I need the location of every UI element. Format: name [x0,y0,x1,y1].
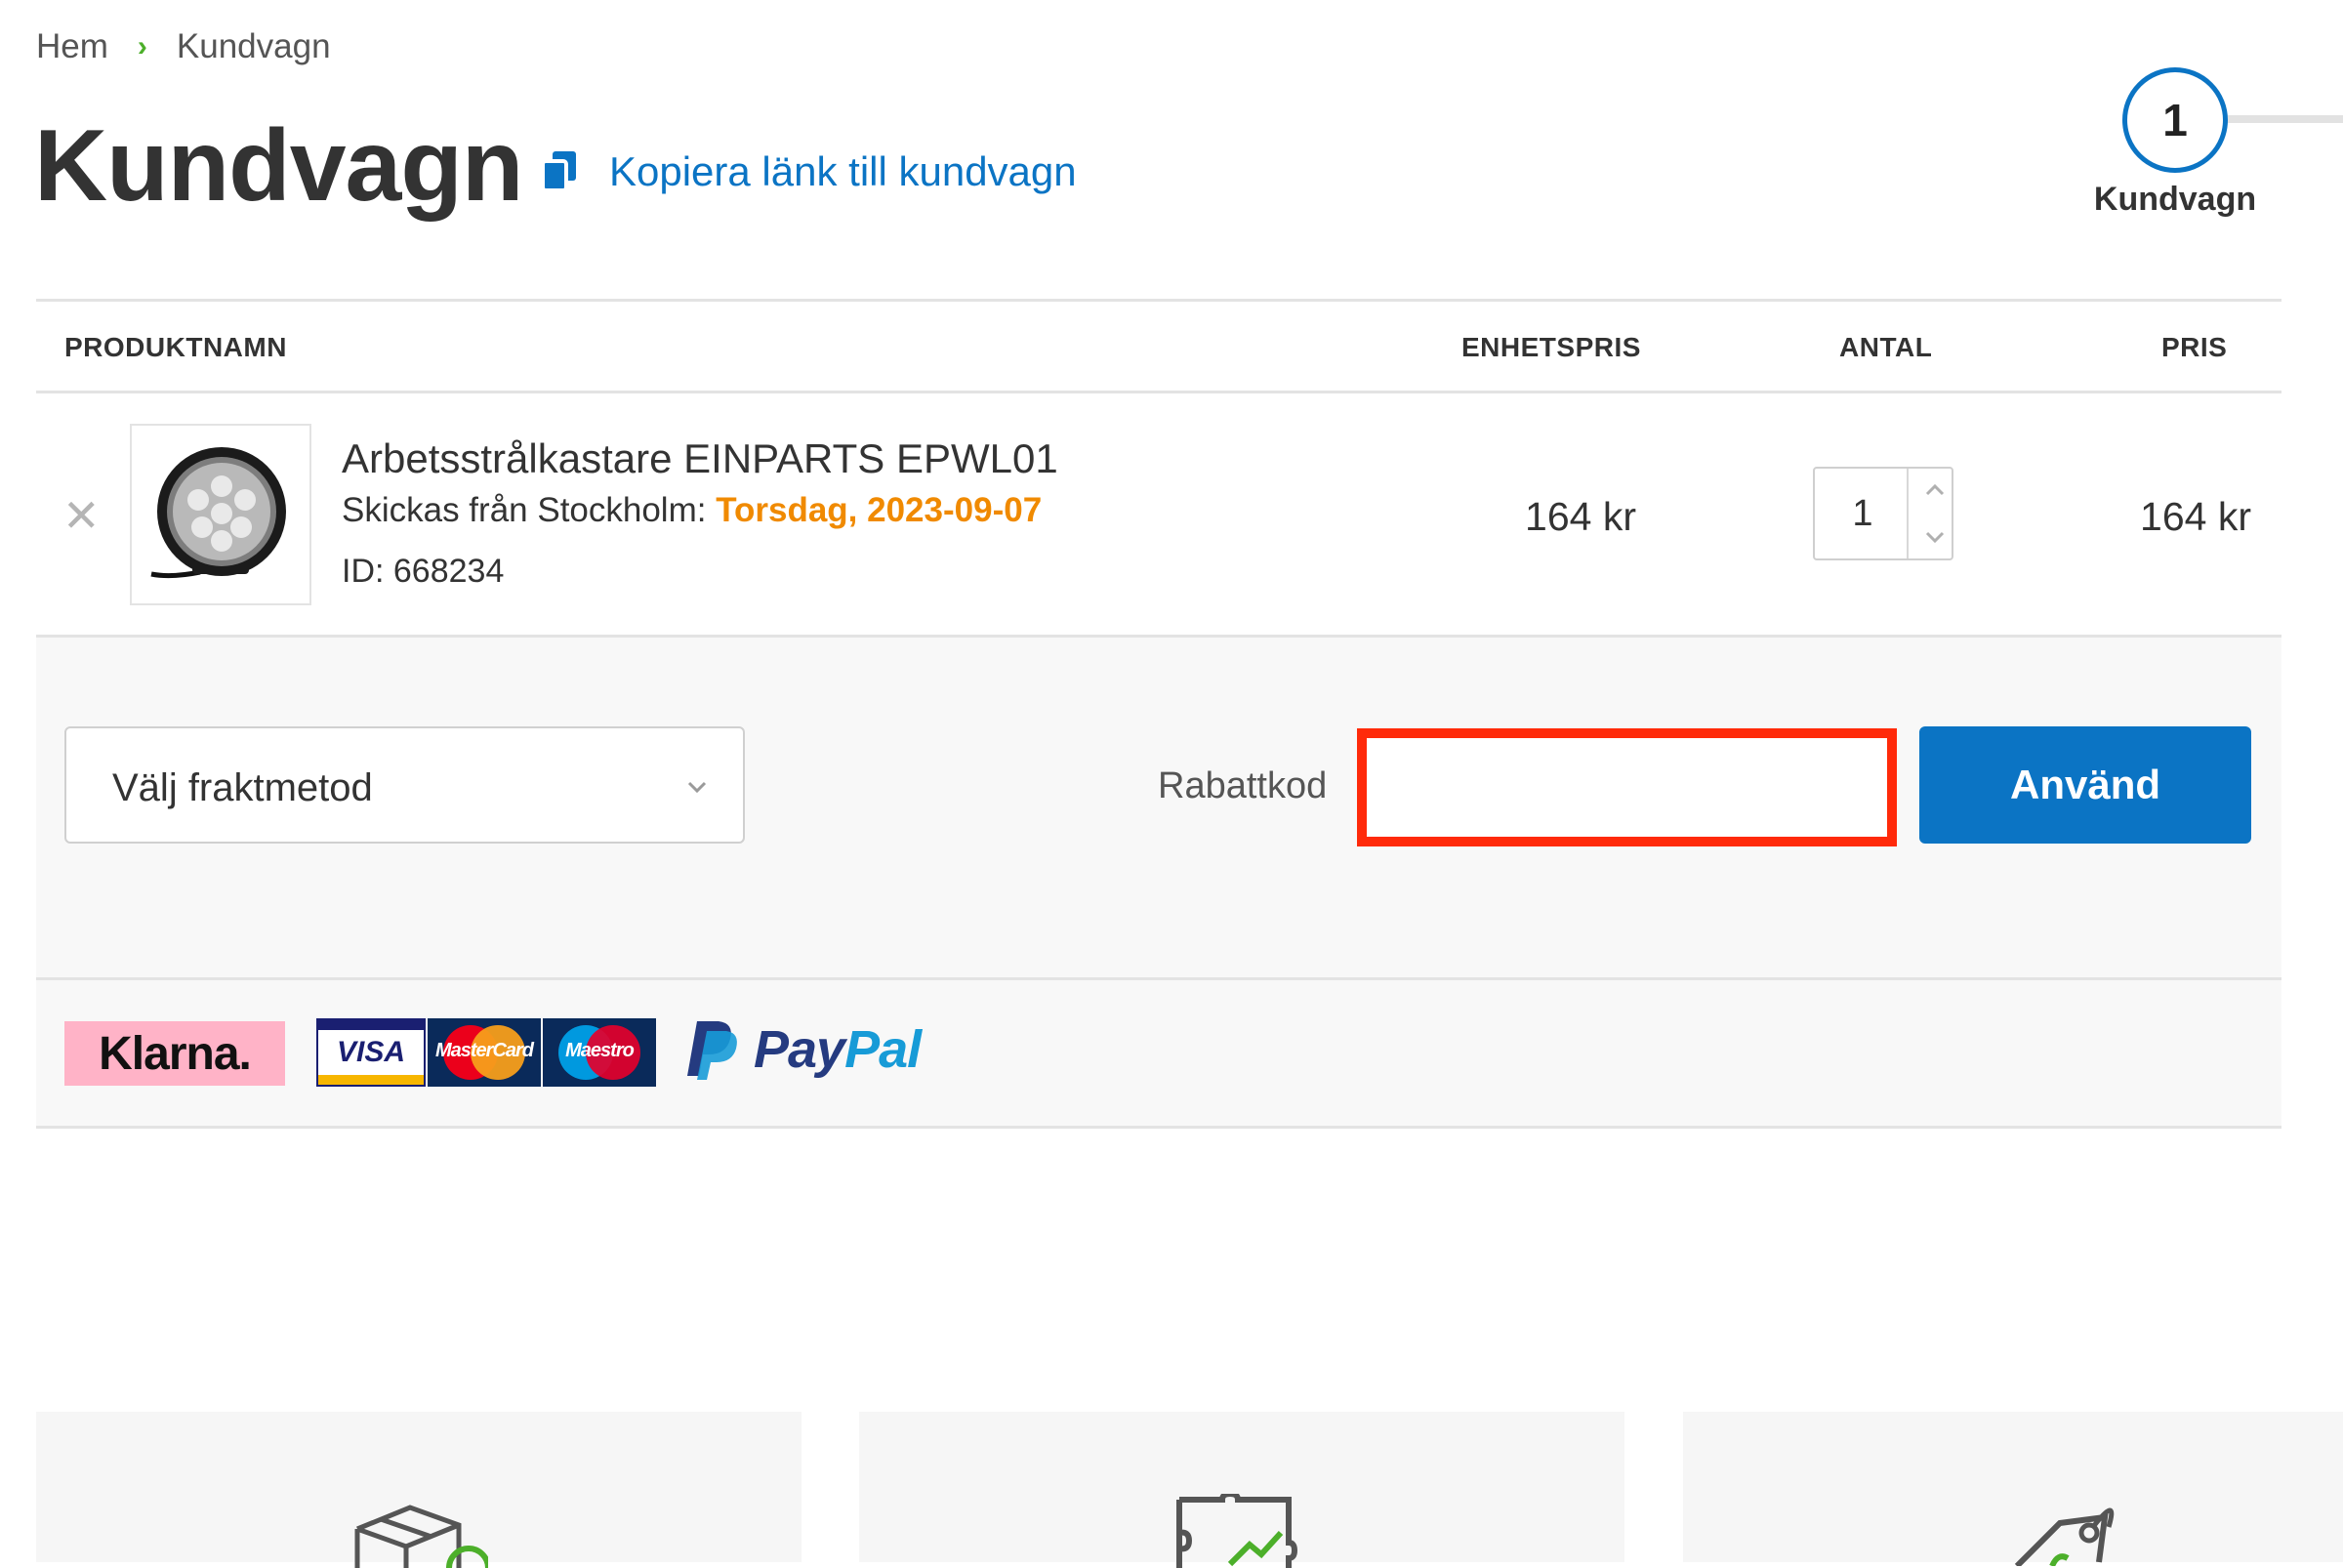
discount-code-label: Rabattkod [1158,765,1328,806]
column-header-price: PRIS [2161,332,2228,362]
remove-item-button[interactable]: ✕ [62,493,101,538]
column-header-unit-price: ENHETSPRIS [1461,332,1641,362]
column-header-quantity: ANTAL [1839,332,1933,362]
copy-link-label: Kopiera länk till kundvagn [609,148,1077,194]
copy-icon [541,151,576,192]
shipping-info: Skickas från Stockholm: Torsdag, 2023-09… [342,491,1042,530]
tag-icon [2014,1507,2115,1566]
paypal-icon [687,1021,737,1080]
discount-code-input[interactable] [1357,728,1897,846]
breadcrumb-separator-icon: › [137,30,147,62]
chevron-down-icon[interactable] [1921,523,1949,551]
column-header-product: PRODUKTNAMN [64,332,287,362]
step-connector [2228,115,2343,123]
mastercard-logo: MasterCard [428,1018,541,1087]
quantity-divider [1907,469,1909,558]
shipping-date: Torsdag, 2023-09-07 [716,491,1043,529]
work-light-image [150,447,286,579]
unit-price: 164 kr [1525,494,1636,539]
package-icon [354,1505,488,1568]
divider [36,1126,2281,1129]
step-label: Kundvagn [2093,181,2257,218]
apply-discount-button[interactable]: Använd [1919,726,2251,844]
shipping-method-value: Välj fraktmetod [112,766,373,809]
divider [36,635,2281,638]
line-total: 164 kr [2140,494,2251,539]
shipping-origin: Skickas från Stockholm: [342,491,707,529]
copy-cart-link[interactable]: Kopiera länk till kundvagn [539,148,1077,195]
page-title: Kundvagn [34,109,523,223]
breadcrumb: Hem › Kundvagn [36,27,331,66]
paypal-logo: PayPal [683,1017,922,1082]
chevron-down-icon [687,781,707,794]
chevron-up-icon[interactable] [1921,476,1949,504]
feature-card [1683,1412,2343,1566]
breadcrumb-current: Kundvagn [176,27,331,65]
feature-card [859,1412,1624,1568]
product-thumbnail[interactable] [130,424,311,605]
product-name-link[interactable]: Arbetsstrålkastare EINPARTS EPWL01 [342,435,1058,482]
divider [36,299,2281,302]
breadcrumb-home-link[interactable]: Hem [36,27,108,66]
feature-card [36,1412,802,1568]
puzzle-icon [1176,1494,1298,1568]
visa-logo: VISA [316,1018,426,1087]
divider [36,391,2281,393]
klarna-logo: Klarna. [64,1021,285,1086]
quantity-input[interactable]: 1 [1816,493,1910,535]
product-id: ID: 668234 [342,553,505,590]
divider [36,977,2281,980]
maestro-logo: Maestro [543,1018,656,1087]
step-indicator-circle: 1 [2122,67,2228,173]
